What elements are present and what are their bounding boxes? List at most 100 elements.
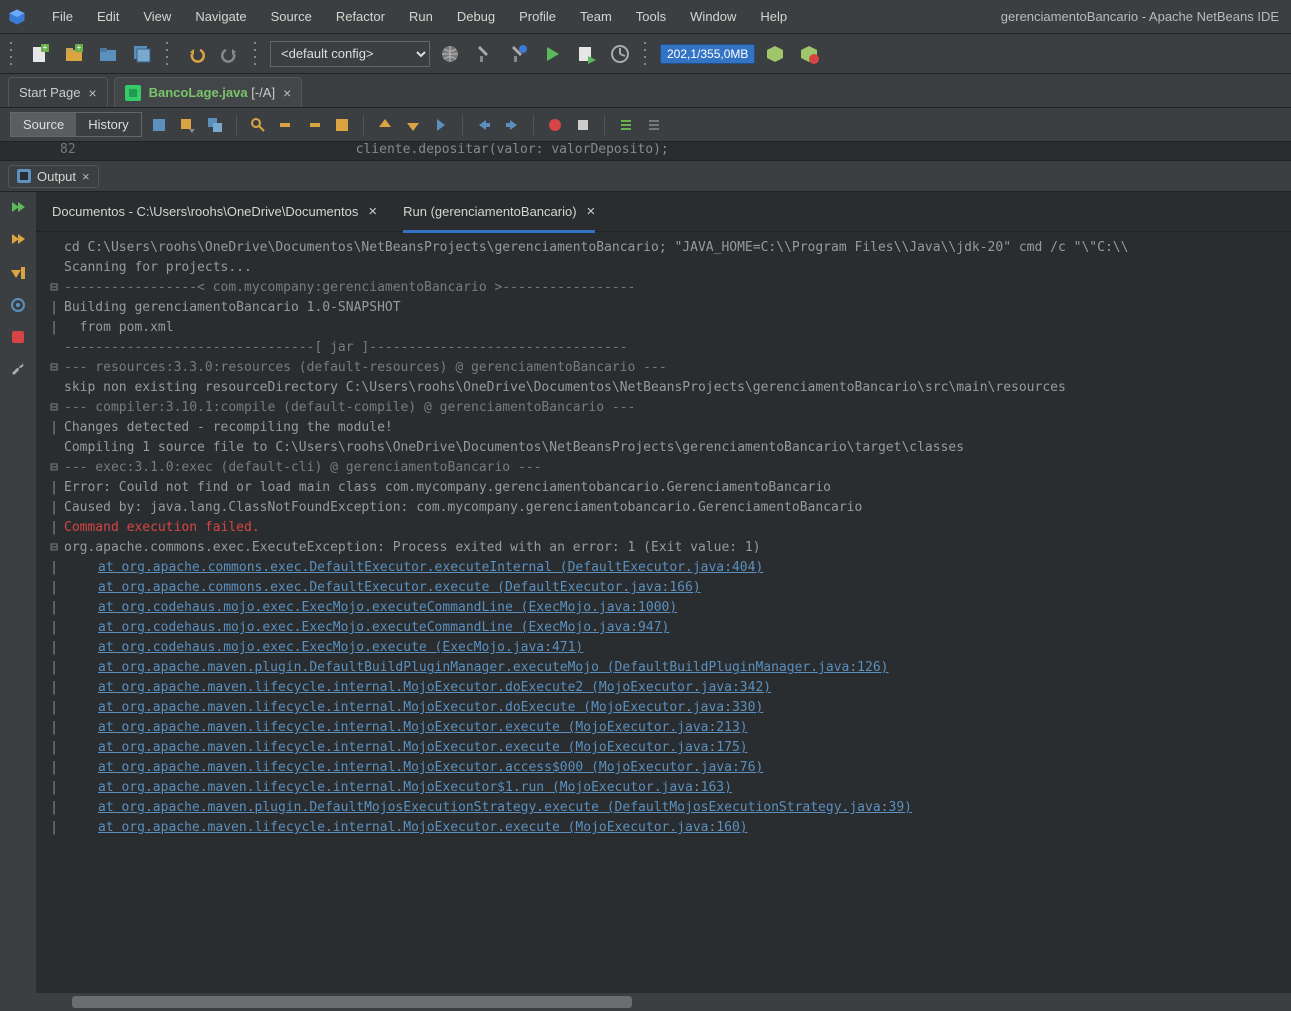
output-title: Output xyxy=(37,169,76,184)
record-macro-icon[interactable] xyxy=(544,114,566,136)
output-subtab-documentos[interactable]: Documentos - C:\Users\roohs\OneDrive\Doc… xyxy=(52,192,377,232)
menu-run[interactable]: Run xyxy=(397,0,445,34)
menu-refactor[interactable]: Refactor xyxy=(324,0,397,34)
close-icon[interactable]: × xyxy=(283,85,291,101)
stacktrace-link[interactable]: at org.codehaus.mojo.exec.ExecMojo.execu… xyxy=(98,620,669,635)
settings-button[interactable] xyxy=(7,294,29,316)
stop-macro-icon[interactable] xyxy=(572,114,594,136)
console-line: at org.apache.maven.plugin.DefaultMojosE… xyxy=(64,798,1291,818)
menu-edit[interactable]: Edit xyxy=(85,0,131,34)
subtab-label: Run (gerenciamentoBancario) xyxy=(403,204,576,219)
menu-tools[interactable]: Tools xyxy=(624,0,678,34)
fold-gutter: | xyxy=(44,618,64,638)
rerun-fast-button[interactable] xyxy=(7,230,29,252)
nav-right-icon[interactable] xyxy=(430,114,452,136)
fold-gutter[interactable]: ⊟ xyxy=(44,458,64,478)
menu-file[interactable]: File xyxy=(40,0,85,34)
nav-down-icon[interactable] xyxy=(402,114,424,136)
menu-debug[interactable]: Debug xyxy=(445,0,507,34)
new-file-button[interactable]: + xyxy=(26,40,54,68)
edit-dropdown-icon[interactable] xyxy=(176,114,198,136)
uncomment-icon[interactable] xyxy=(643,114,665,136)
redo-button[interactable] xyxy=(216,40,244,68)
stacktrace-link[interactable]: at org.apache.maven.plugin.DefaultMojosE… xyxy=(98,800,912,815)
console-line: org.apache.commons.exec.ExecuteException… xyxy=(64,538,1291,558)
fold-gutter: | xyxy=(44,598,64,618)
close-icon[interactable]: × xyxy=(82,169,90,184)
save-all-button[interactable] xyxy=(128,40,156,68)
stacktrace-link[interactable]: at org.apache.maven.lifecycle.internal.M… xyxy=(98,820,748,835)
clean-build-button[interactable] xyxy=(504,40,532,68)
stacktrace-link[interactable]: at org.apache.maven.lifecycle.internal.M… xyxy=(98,760,763,775)
stacktrace-link[interactable]: at org.apache.commons.exec.DefaultExecut… xyxy=(98,580,701,595)
edit-icon[interactable] xyxy=(148,114,170,136)
find-next-icon[interactable] xyxy=(303,114,325,136)
code-text: cliente.depositar(valor: valorDeposito); xyxy=(356,142,669,157)
close-icon[interactable]: × xyxy=(587,203,596,220)
console-line: skip non existing resourceDirectory C:\U… xyxy=(64,378,1291,398)
fold-gutter[interactable]: ⊟ xyxy=(44,538,64,558)
fold-gutter[interactable]: ⊟ xyxy=(44,278,64,298)
stacktrace-link[interactable]: at org.codehaus.mojo.exec.ExecMojo.execu… xyxy=(98,600,677,615)
build-button[interactable] xyxy=(470,40,498,68)
stop-button[interactable] xyxy=(7,262,29,284)
history-dropdown-icon[interactable] xyxy=(204,114,226,136)
rerun-button[interactable] xyxy=(7,198,29,220)
shift-right-icon[interactable] xyxy=(501,114,523,136)
menu-window[interactable]: Window xyxy=(678,0,748,34)
menu-help[interactable]: Help xyxy=(748,0,799,34)
menu-navigate[interactable]: Navigate xyxy=(183,0,258,34)
output-action-bar xyxy=(0,192,36,1011)
console-output[interactable]: cd C:\Users\roohs\OneDrive\Documentos\Ne… xyxy=(36,232,1291,993)
history-view-button[interactable]: History xyxy=(76,113,140,136)
memory-indicator[interactable]: 202,1/355,0MB xyxy=(660,44,755,64)
menu-profile[interactable]: Profile xyxy=(507,0,568,34)
stacktrace-link[interactable]: at org.apache.maven.plugin.DefaultBuildP… xyxy=(98,660,889,675)
new-project-button[interactable]: + xyxy=(60,40,88,68)
highlight-icon[interactable] xyxy=(331,114,353,136)
undo-button[interactable] xyxy=(182,40,210,68)
scrollbar-thumb[interactable] xyxy=(72,996,632,1008)
stacktrace-link[interactable]: at org.apache.maven.lifecycle.internal.M… xyxy=(98,720,748,735)
debug-button[interactable] xyxy=(572,40,600,68)
run-button[interactable] xyxy=(538,40,566,68)
find-prev-icon[interactable] xyxy=(275,114,297,136)
stacktrace-link[interactable]: at org.apache.maven.lifecycle.internal.M… xyxy=(98,740,748,755)
comment-icon[interactable] xyxy=(615,114,637,136)
stacktrace-link[interactable]: at org.apache.maven.lifecycle.internal.M… xyxy=(98,680,771,695)
output-panel-body: Documentos - C:\Users\roohs\OneDrive\Doc… xyxy=(0,192,1291,1011)
browser-button[interactable] xyxy=(436,40,464,68)
close-icon[interactable]: × xyxy=(368,203,377,220)
menu-view[interactable]: View xyxy=(131,0,183,34)
source-view-button[interactable]: Source xyxy=(11,113,76,136)
fold-gutter[interactable]: ⊟ xyxy=(44,398,64,418)
stacktrace-link[interactable]: at org.codehaus.mojo.exec.ExecMojo.execu… xyxy=(98,640,583,655)
stacktrace-link[interactable]: at org.apache.commons.exec.DefaultExecut… xyxy=(98,560,763,575)
menu-source[interactable]: Source xyxy=(259,0,324,34)
open-project-button[interactable] xyxy=(94,40,122,68)
nav-up-icon[interactable] xyxy=(374,114,396,136)
plugin2-button[interactable] xyxy=(795,40,823,68)
fold-gutter: | xyxy=(44,418,64,438)
profile-button[interactable] xyxy=(606,40,634,68)
fold-gutter: | xyxy=(44,498,64,518)
close-icon[interactable]: × xyxy=(88,85,96,101)
console-line: --- compiler:3.10.1:compile (default-com… xyxy=(64,398,1291,418)
console-line: Compiling 1 source file to C:\Users\rooh… xyxy=(64,438,1291,458)
wrench-button[interactable] xyxy=(7,358,29,380)
output-panel-tab[interactable]: Output × xyxy=(8,165,99,188)
shift-left-icon[interactable] xyxy=(473,114,495,136)
horizontal-scrollbar[interactable] xyxy=(36,993,1291,1011)
plugin1-button[interactable] xyxy=(761,40,789,68)
config-select[interactable]: <default config> xyxy=(270,41,430,67)
stacktrace-link[interactable]: at org.apache.maven.lifecycle.internal.M… xyxy=(98,780,732,795)
tab-start-page[interactable]: Start Page × xyxy=(8,77,108,107)
find-icon[interactable] xyxy=(247,114,269,136)
menu-team[interactable]: Team xyxy=(568,0,624,34)
console-line: cd C:\Users\roohs\OneDrive\Documentos\Ne… xyxy=(64,238,1291,258)
terminate-button[interactable] xyxy=(7,326,29,348)
output-subtab-run[interactable]: Run (gerenciamentoBancario) × xyxy=(403,192,595,232)
tab-banco-lage[interactable]: BancoLage.java [-/A] × xyxy=(114,77,303,107)
stacktrace-link[interactable]: at org.apache.maven.lifecycle.internal.M… xyxy=(98,700,763,715)
fold-gutter[interactable]: ⊟ xyxy=(44,358,64,378)
